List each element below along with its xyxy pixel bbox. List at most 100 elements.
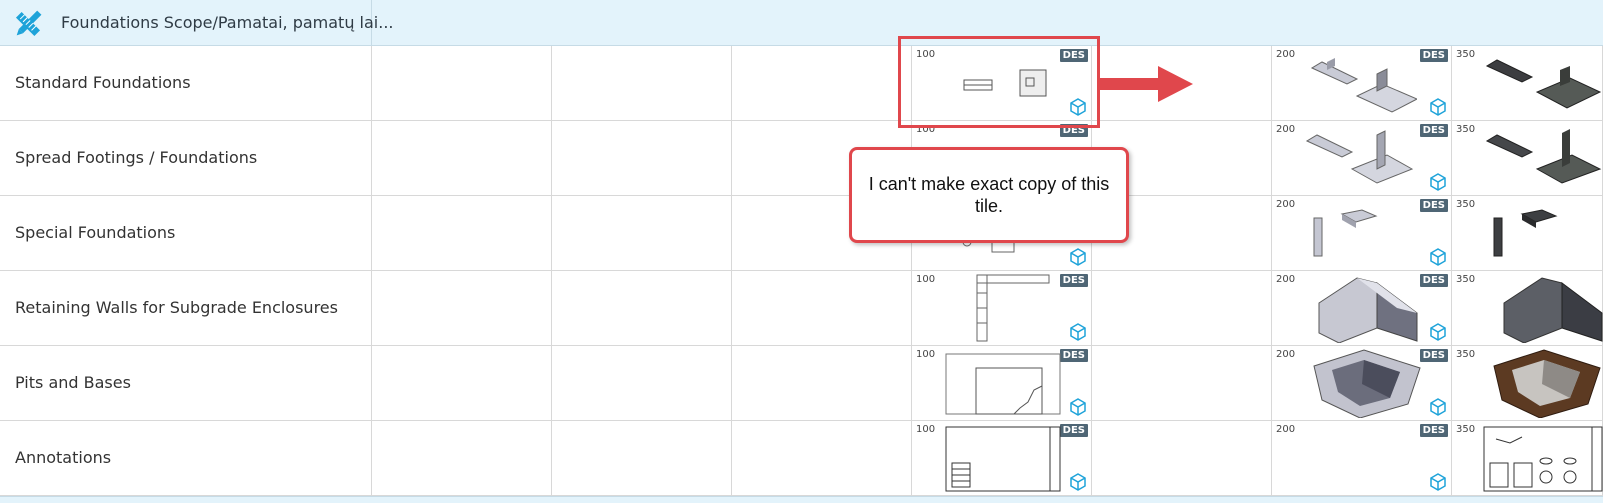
tile-cell[interactable]: 350 — [1452, 346, 1603, 420]
des-badge: DES — [1419, 424, 1448, 437]
empty-cell[interactable] — [552, 46, 732, 120]
empty-cell[interactable] — [552, 271, 732, 345]
tile-200[interactable]: 200 DES — [1272, 121, 1451, 195]
row-label-cell: Annotations — [0, 421, 372, 495]
scope-header: Foundations Scope/Pamatai, pamatų lai... — [0, 0, 1603, 46]
empty-cell[interactable] — [372, 46, 552, 120]
cube-icon[interactable] — [1429, 248, 1447, 266]
empty-cell[interactable] — [372, 121, 552, 195]
retaining-wall-3d-thumbnail — [1503, 277, 1603, 343]
table-row[interactable]: Spread Footings / Foundations 100 DES 20… — [0, 121, 1603, 196]
tile-level: 200 — [1276, 274, 1296, 285]
des-badge: DES — [1419, 274, 1448, 287]
retaining-wall-3d-thumbnail — [1318, 277, 1418, 343]
tile-200[interactable]: 200 DES — [1272, 196, 1451, 270]
tile-350[interactable]: 350 — [1452, 421, 1603, 495]
row-label-cell: Spread Footings / Foundations — [0, 121, 372, 195]
empty-cell[interactable] — [372, 196, 552, 270]
empty-cell[interactable] — [1092, 421, 1272, 495]
table-row[interactable]: Special Foundations 200 DES 350 — [0, 196, 1603, 271]
empty-cell[interactable] — [372, 421, 552, 495]
highlight-box — [898, 36, 1100, 128]
tile-cell[interactable]: 100 DES — [912, 421, 1092, 495]
tile-200[interactable]: 200 DES — [1272, 271, 1451, 345]
cube-icon[interactable] — [1429, 98, 1447, 116]
tile-cell[interactable]: 200 DES — [1272, 196, 1452, 270]
empty-cell[interactable] — [732, 46, 912, 120]
table-row[interactable]: Annotations 100 DES 200 DES 350 — [0, 421, 1603, 496]
cube-icon[interactable] — [1429, 473, 1447, 491]
cube-icon[interactable] — [1069, 323, 1087, 341]
row-label-cell: Standard Foundations — [0, 46, 372, 120]
tile-cell[interactable]: 200 DES — [1272, 271, 1452, 345]
tile-cell[interactable]: 200 DES — [1272, 346, 1452, 420]
tile-350[interactable]: 350 — [1452, 271, 1603, 345]
cube-icon[interactable] — [1429, 398, 1447, 416]
row-label-cell: Retaining Walls for Subgrade Enclosures — [0, 271, 372, 345]
tile-cell[interactable]: 350 — [1452, 196, 1603, 270]
empty-cell[interactable] — [732, 421, 912, 495]
table-row[interactable]: Retaining Walls for Subgrade Enclosures … — [0, 271, 1603, 346]
tile-cell[interactable]: 350 — [1452, 421, 1603, 495]
cube-icon[interactable] — [1069, 473, 1087, 491]
title-block-thumbnail — [945, 426, 1061, 492]
tile-100[interactable]: 100 DES — [912, 271, 1091, 345]
cube-icon[interactable] — [1069, 248, 1087, 266]
tile-level: 200 — [1276, 199, 1296, 210]
empty-cell[interactable] — [552, 196, 732, 270]
tile-cell[interactable]: 350 — [1452, 46, 1603, 120]
scope-header-cell[interactable]: Foundations Scope/Pamatai, pamatų lai... — [0, 0, 394, 46]
empty-cell[interactable] — [552, 421, 732, 495]
empty-cell[interactable] — [552, 346, 732, 420]
tile-cell[interactable]: 100 DES — [912, 346, 1092, 420]
tile-cell[interactable]: 100 DES — [912, 271, 1092, 345]
tile-200[interactable]: 200 DES — [1272, 421, 1451, 495]
drawing-thumbnail — [945, 353, 1061, 415]
tile-cell[interactable]: 200 DES — [1272, 46, 1452, 120]
scope-title: Foundations Scope/Pamatai, pamatų lai... — [61, 13, 394, 32]
row-label: Special Foundations — [15, 223, 176, 242]
tile-level: 350 — [1456, 124, 1476, 135]
des-badge: DES — [1059, 274, 1088, 287]
tile-level: 100 — [916, 424, 936, 435]
empty-cell[interactable] — [552, 121, 732, 195]
tile-cell[interactable]: 350 — [1452, 271, 1603, 345]
cube-icon[interactable] — [1429, 173, 1447, 191]
des-badge: DES — [1419, 124, 1448, 137]
foundation-3d-thumbnail — [1485, 129, 1602, 184]
tile-350[interactable]: 350 — [1452, 121, 1603, 195]
empty-cell[interactable] — [1092, 271, 1272, 345]
foundation-3d-thumbnail — [1310, 58, 1417, 113]
empty-cell[interactable] — [732, 271, 912, 345]
empty-cell[interactable] — [732, 346, 912, 420]
pit-3d-thumbnail — [1493, 349, 1601, 418]
empty-cell[interactable] — [372, 271, 552, 345]
cube-icon[interactable] — [1429, 323, 1447, 341]
tile-350[interactable]: 350 — [1452, 196, 1603, 270]
empty-cell[interactable] — [1092, 346, 1272, 420]
foundation-3d-thumbnail — [1493, 209, 1558, 257]
tile-cell[interactable]: 200 DES — [1272, 121, 1452, 195]
tile-level: 100 — [916, 349, 936, 360]
tile-200[interactable]: 200 DES — [1272, 46, 1451, 120]
table-row[interactable]: Pits and Bases 100 DES 200 DES 350 — [0, 346, 1603, 421]
des-badge: DES — [1419, 199, 1448, 212]
tile-350[interactable]: 350 — [1452, 46, 1603, 120]
empty-cell[interactable] — [372, 346, 552, 420]
tile-100[interactable]: 100 DES — [912, 346, 1091, 420]
table-row[interactable]: Standard Foundations 100 DES 200 DES 350 — [0, 46, 1603, 121]
tile-200[interactable]: 200 DES — [1272, 346, 1451, 420]
tile-cell[interactable]: 350 — [1452, 121, 1603, 195]
row-label: Pits and Bases — [15, 373, 131, 392]
tile-100[interactable]: 100 DES — [912, 421, 1091, 495]
foundation-3d-thumbnail — [1305, 130, 1414, 184]
tile-level: 200 — [1276, 349, 1296, 360]
tile-cell[interactable]: 200 DES — [1272, 421, 1452, 495]
callout-note: I can't make exact copy of this tile. — [849, 147, 1129, 243]
des-badge: DES — [1419, 49, 1448, 62]
tile-level: 100 — [916, 274, 936, 285]
tile-350[interactable]: 350 — [1452, 346, 1603, 420]
tile-level: 350 — [1456, 424, 1476, 435]
tile-level: 350 — [1456, 349, 1476, 360]
cube-icon[interactable] — [1069, 398, 1087, 416]
